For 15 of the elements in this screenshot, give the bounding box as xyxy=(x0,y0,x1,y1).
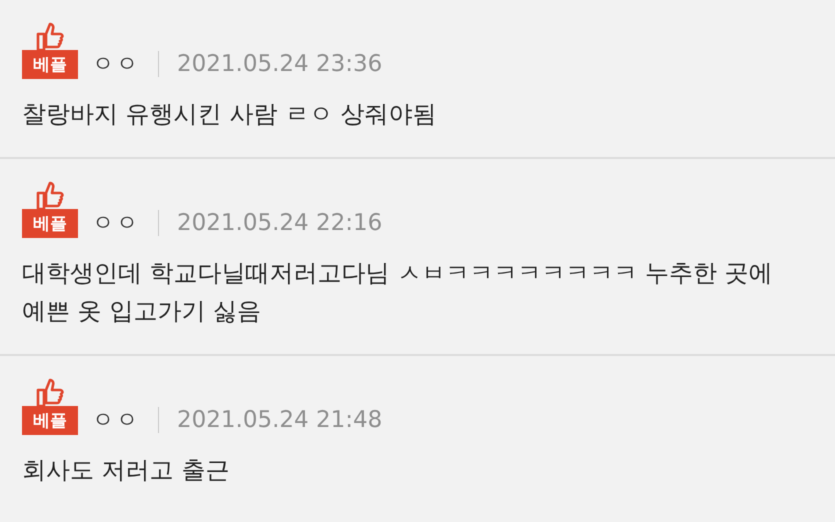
comment-text: 회사도 저러고 출근 xyxy=(22,455,230,486)
thumbs-up-icon xyxy=(35,22,65,50)
comment-date: 2021.05.24 22:16 xyxy=(177,209,382,238)
comment-date: 2021.05.24 23:36 xyxy=(177,50,382,79)
thumbs-up-icon xyxy=(35,181,65,209)
comment-text: 찰랑바지 유행시킨 사람 ㄹㅇ 상줘야됨 xyxy=(22,99,438,130)
comment-author: ㅇㅇ xyxy=(92,210,140,238)
best-comment-badge: 베플 xyxy=(22,406,78,435)
comment-date: 2021.05.24 21:48 xyxy=(177,406,382,435)
comment-author: ㅇㅇ xyxy=(92,407,140,435)
comment-author: ㅇㅇ xyxy=(92,51,140,79)
best-comment-badge: 베플 xyxy=(22,209,78,238)
comment-text: 대학생인데 학교다닐때저러고다님 ㅅㅂㅋㅋㅋㅋㅋㅋㅋㅋ 누추한 곳에 예쁜 옷 입고가기 싫음 xyxy=(22,258,774,327)
best-comment-badge: 베플 xyxy=(22,50,78,79)
thumbs-up-icon xyxy=(35,378,65,406)
